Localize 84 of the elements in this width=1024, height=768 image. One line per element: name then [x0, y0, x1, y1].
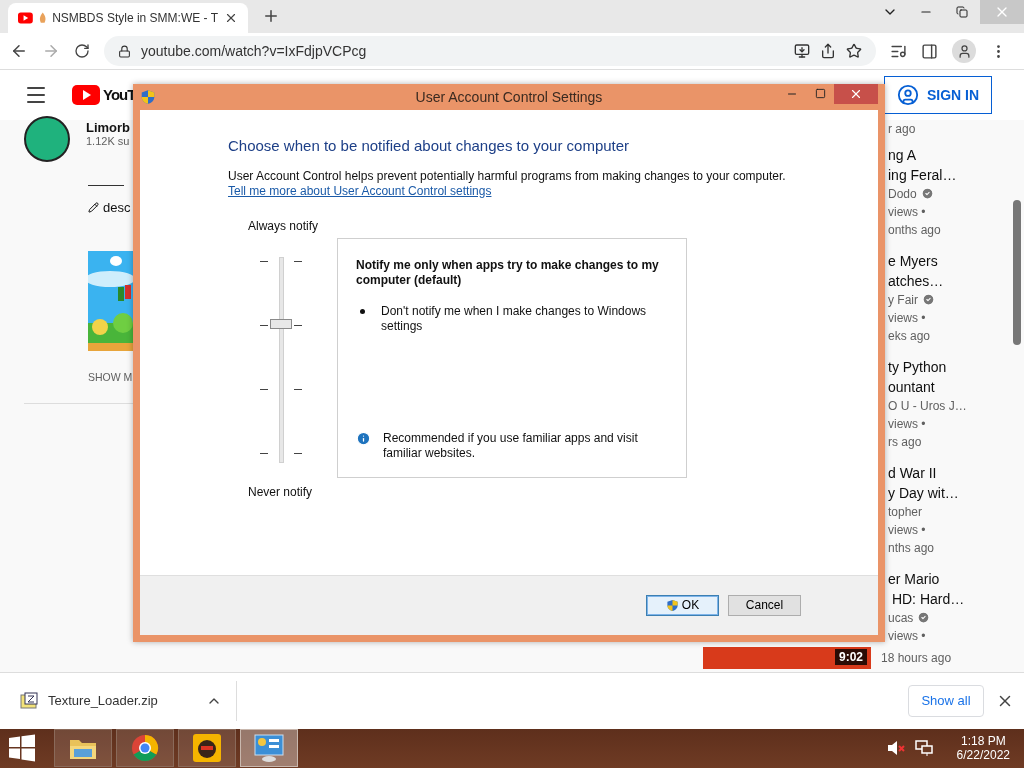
video-age: r ago: [888, 120, 917, 138]
start-icon[interactable]: [8, 734, 36, 763]
share-icon[interactable]: [820, 43, 836, 60]
user-icon: [896, 83, 919, 106]
zip-file-icon: [20, 691, 38, 710]
slider-thumb[interactable]: [270, 319, 292, 330]
network-icon[interactable]: [914, 740, 933, 757]
ok-button[interactable]: OK: [646, 594, 719, 616]
info-icon: [356, 430, 371, 446]
channel-name: ucas: [888, 609, 914, 627]
muted-speaker-icon[interactable]: [886, 740, 905, 757]
play-logo-icon: [72, 84, 100, 105]
channel-name: y Fair: [888, 291, 918, 309]
view-count: views •: [888, 309, 927, 327]
view-count: views •: [888, 203, 927, 221]
description-text: desc: [103, 199, 131, 215]
slider-top-label: Always notify: [248, 218, 320, 234]
view-count: views •: [888, 627, 927, 645]
browser-icon: [131, 734, 159, 763]
video-age: onths ago: [888, 221, 942, 239]
scrollbar-thumb[interactable]: [1013, 199, 1021, 345]
video-title[interactable]: er Mario: [888, 568, 1010, 589]
clock-time: 1:18 PM: [960, 734, 1006, 749]
video-title[interactable]: ountant: [888, 376, 1010, 397]
star-icon[interactable]: [846, 43, 862, 60]
video-title[interactable]: ing Feral…: [888, 164, 1010, 185]
view-count: views •: [888, 415, 927, 433]
video-duration: 9:02: [834, 649, 867, 666]
dialog-heading: Choose when to be notified about changes to your computer: [228, 135, 631, 156]
download-file-name: Texture_Loader.zip: [48, 693, 159, 709]
bullet-icon: [360, 308, 365, 314]
taskbar-button[interactable]: [240, 729, 298, 768]
channel-name: topher: [888, 503, 923, 521]
notify-slider[interactable]: [260, 256, 302, 461]
slider-bottom-label: Never notify: [248, 484, 314, 500]
show-more-link[interactable]: SHOW M: [88, 370, 133, 383]
channel-name: Dodo: [888, 185, 917, 203]
logo-text: YouT: [103, 86, 136, 104]
profile-icon[interactable]: [952, 39, 976, 64]
description-rule-text: ———: [88, 177, 125, 192]
install-icon[interactable]: [794, 43, 810, 60]
monitor-icon: [253, 733, 285, 764]
video-title[interactable]: ng A: [888, 144, 1010, 165]
clock-date: 6/22/2022: [956, 748, 1010, 763]
taskbar-button[interactable]: [178, 729, 236, 768]
cancel-button[interactable]: Cancel: [728, 594, 801, 616]
video-age: rs ago: [888, 433, 923, 451]
video-title[interactable]: atches…: [888, 270, 1010, 291]
tab-title: NSMBDS Style in SMM:WE - T: [52, 11, 218, 26]
video-age: 18 hours ago: [881, 650, 953, 668]
show-all-button[interactable]: Show all: [908, 684, 984, 717]
taskbar-button[interactable]: [116, 729, 174, 768]
video-age: nths ago: [888, 539, 936, 557]
side-panel-icon[interactable]: [921, 42, 938, 60]
video-title[interactable]: HD: Hard…: [888, 588, 1010, 609]
help-link[interactable]: Tell me more about User Account Control settings: [228, 183, 492, 199]
shield-icon: [140, 88, 156, 105]
clock[interactable]: 1:18 PM 6/22/2022: [956, 734, 1010, 763]
video-title[interactable]: ty Python: [888, 356, 1010, 377]
bullet-text: Don't notify me when I make changes to Windows settings: [381, 303, 648, 334]
video-title[interactable]: d War II: [888, 462, 1010, 483]
reload-icon[interactable]: [74, 43, 90, 60]
channel-avatar: [24, 115, 70, 162]
dialog-description: User Account Control helps prevent potentially harmful programs from making changes to your computer.: [228, 168, 787, 184]
panel-title: Notify me only when apps try to make changes to my computer (default): [356, 257, 660, 288]
browser-tab[interactable]: NSMBDS Style in SMM:WE - T: [8, 3, 248, 34]
video-thumbnail[interactable]: 9:02: [703, 647, 871, 670]
video-title[interactable]: y Day wit…: [888, 482, 1010, 503]
video-site-icon: [18, 12, 33, 25]
address-field[interactable]: youtube.com/watch?v=IxFdjpVCPcg: [104, 36, 876, 67]
video-age: eks ago: [888, 327, 932, 345]
subscriber-count: 1.12K su: [86, 134, 131, 147]
channel-name: Limorb: [86, 119, 131, 135]
recommendation-text: Recommended if you use familiar apps and visit familiar websites.: [383, 430, 639, 461]
view-count: views •: [888, 521, 927, 539]
video-title[interactable]: e Myers: [888, 250, 1010, 271]
sign-in-button[interactable]: SIGN IN: [884, 75, 992, 114]
game-icon: [192, 733, 222, 764]
taskbar-button[interactable]: [54, 729, 112, 768]
lock-icon: [118, 44, 131, 58]
channel-name: O U - Uros J…: [888, 397, 967, 415]
dialog-title: User Account Control Settings: [414, 88, 604, 105]
pencil-icon: [88, 201, 99, 213]
flame-icon: [38, 12, 47, 25]
